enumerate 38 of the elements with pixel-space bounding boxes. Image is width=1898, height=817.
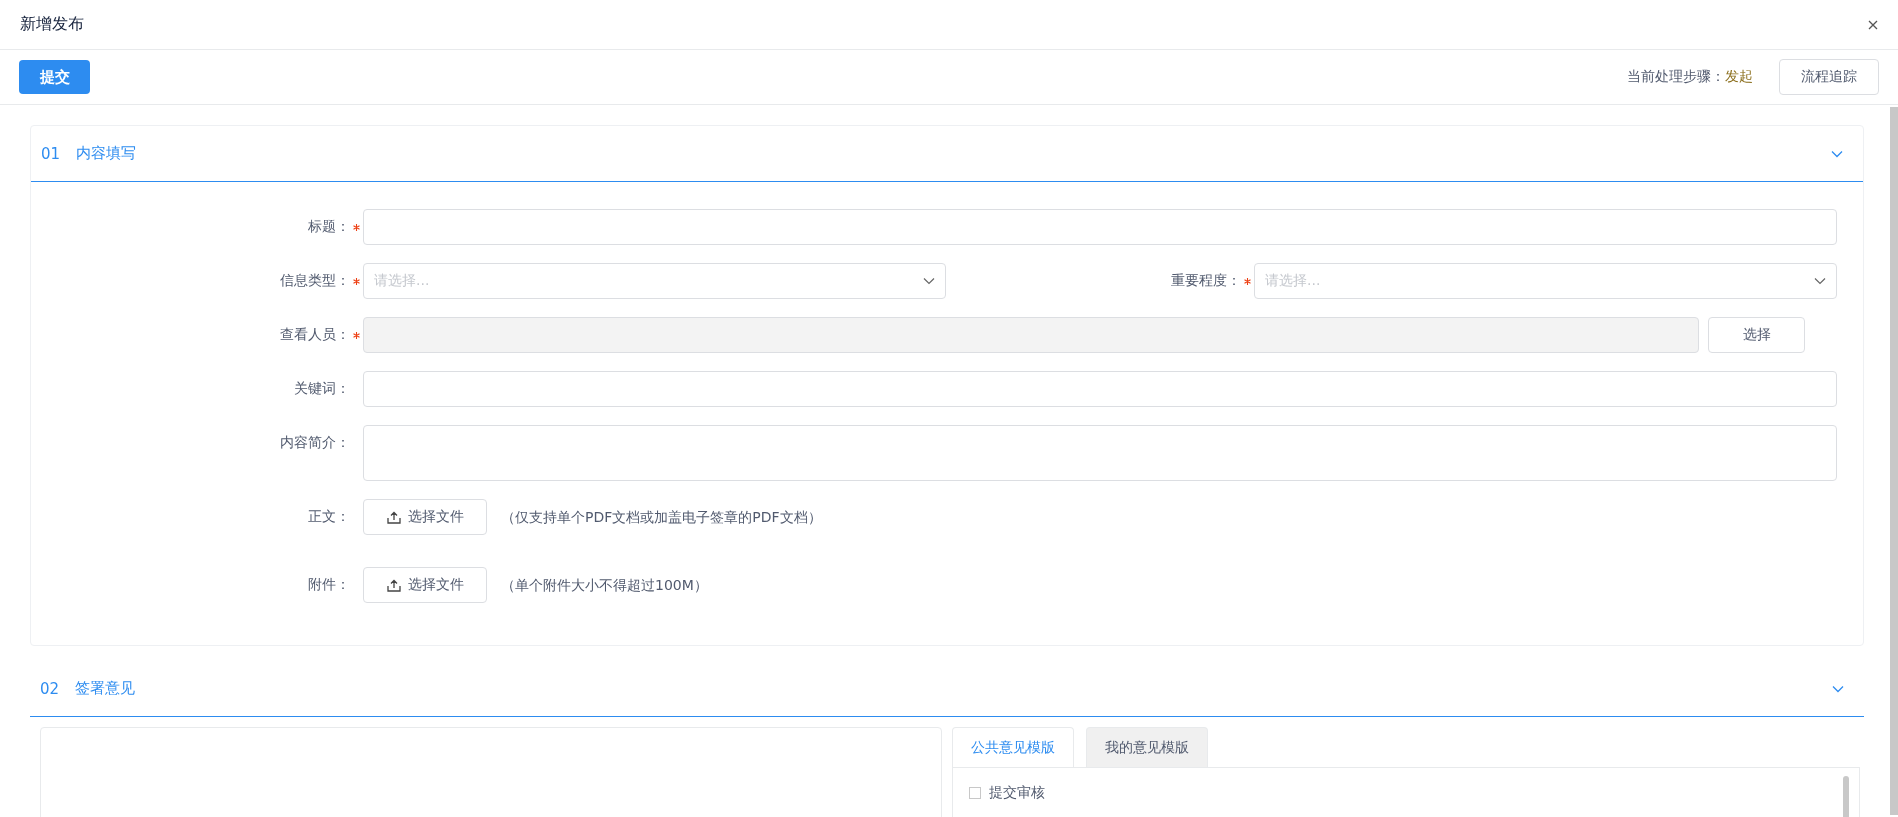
section-title: 内容填写 <box>76 144 137 163</box>
chevron-down-icon <box>923 277 935 285</box>
section-title: 签署意见 <box>75 679 136 698</box>
template-tab[interactable]: 我的意见模版 <box>1086 727 1208 767</box>
step-label: 当前处理步骤： <box>1627 68 1725 86</box>
trace-button[interactable]: 流程追踪 <box>1779 59 1879 95</box>
field-label: 标题： <box>308 218 350 236</box>
file-hint: （单个附件大小不得超过100M） <box>501 576 708 595</box>
field-label: 查看人员： <box>280 326 350 344</box>
field-label: 内容简介： <box>280 434 350 452</box>
step-value: 发起 <box>1725 68 1753 86</box>
template-item[interactable]: 提交审核 <box>989 784 1045 802</box>
field-label: 重要程度： <box>1171 272 1241 290</box>
chevron-down-icon <box>1814 277 1826 285</box>
upload-icon <box>386 578 401 592</box>
field-label: 关键词： <box>294 380 350 398</box>
field-label: 信息类型： <box>280 272 350 290</box>
textarea-field[interactable] <box>363 425 1837 481</box>
template-tab[interactable]: 公共意见模版 <box>952 727 1074 767</box>
upload-icon <box>386 510 401 524</box>
choose-file-button[interactable]: 选择文件 <box>363 499 487 535</box>
submit-button[interactable]: 提交 <box>19 60 90 94</box>
chevron-down-icon[interactable] <box>1831 149 1843 158</box>
window-title: 新增发布 <box>20 14 84 35</box>
text-input[interactable] <box>363 209 1837 245</box>
close-icon[interactable] <box>1868 19 1878 30</box>
field-label: 正文： <box>308 508 350 526</box>
checkbox[interactable] <box>969 787 981 799</box>
chevron-down-icon[interactable] <box>1832 684 1844 693</box>
section-number: 02 <box>40 679 61 698</box>
field-label: 附件： <box>308 576 350 594</box>
text-input[interactable] <box>363 371 1837 407</box>
section-header[interactable]: 02 签署意见 <box>30 661 1864 717</box>
file-hint: （仅支持单个PDF文档或加盖电子签章的PDF文档） <box>501 508 822 527</box>
scrollbar-thumb[interactable] <box>1890 107 1898 815</box>
choose-file-button[interactable]: 选择文件 <box>363 567 487 603</box>
section-header[interactable]: 01 内容填写 <box>31 126 1863 182</box>
section-number: 01 <box>41 144 62 163</box>
